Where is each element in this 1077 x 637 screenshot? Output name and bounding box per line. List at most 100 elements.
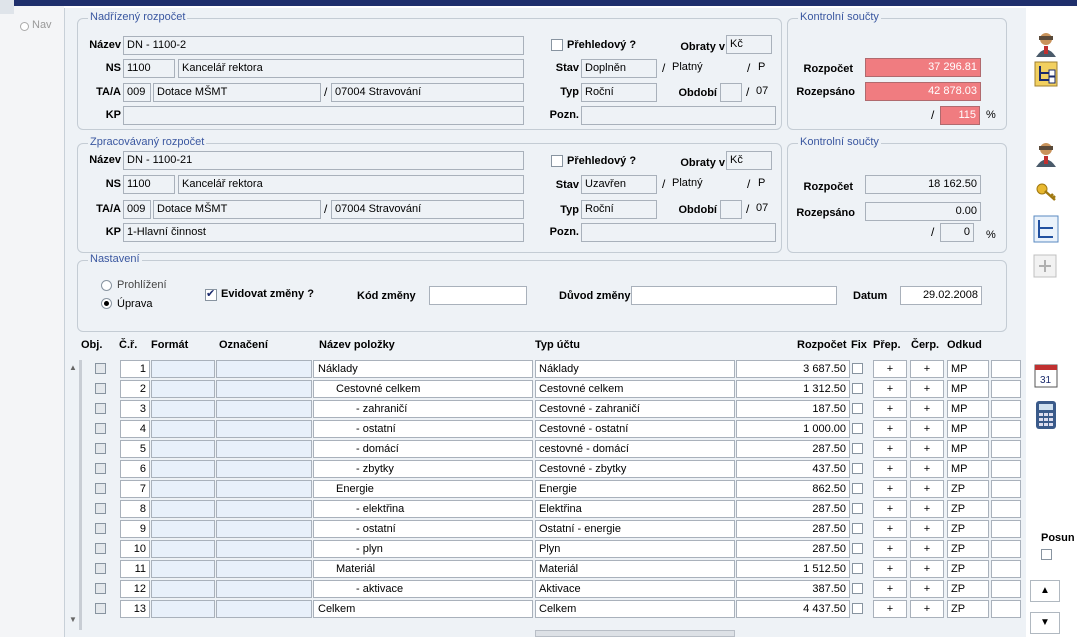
mode-view-radio[interactable]	[101, 280, 112, 291]
processed-kp-field[interactable]: 1-Hlavní činnost	[123, 223, 524, 242]
row-oznaceni-cell[interactable]	[216, 400, 312, 418]
row-cr-cell[interactable]: 4	[120, 420, 150, 438]
processed-taa-name[interactable]: Dotace MŠMT	[153, 200, 321, 219]
tree-structure-icon[interactable]	[1033, 60, 1059, 88]
row-extra-cell[interactable]	[991, 420, 1021, 438]
row-nazev-cell[interactable]: Celkem	[313, 600, 533, 618]
row-fix-checkbox[interactable]	[852, 583, 863, 594]
row-odkud-cell[interactable]: MP	[947, 400, 989, 418]
mode-edit-radio[interactable]	[101, 298, 112, 309]
row-odkud-cell[interactable]: ZP	[947, 500, 989, 518]
row-extra-cell[interactable]	[991, 360, 1021, 378]
row-format-cell[interactable]	[151, 380, 215, 398]
row-odkud-cell[interactable]: ZP	[947, 560, 989, 578]
row-extra-cell[interactable]	[991, 500, 1021, 518]
row-oznaceni-cell[interactable]	[216, 600, 312, 618]
row-cerp-cell[interactable]: +	[910, 380, 944, 398]
parent-taa-name[interactable]: Dotace MŠMT	[153, 83, 321, 102]
row-typ-cell[interactable]: Energie	[535, 480, 735, 498]
row-cerp-cell[interactable]: +	[910, 560, 944, 578]
row-odkud-cell[interactable]: ZP	[947, 540, 989, 558]
row-typ-cell[interactable]: Plyn	[535, 540, 735, 558]
parent-stav-field[interactable]: Doplněn	[581, 59, 657, 78]
row-format-cell[interactable]	[151, 500, 215, 518]
row-obj-checkbox[interactable]	[95, 603, 106, 614]
row-nazev-cell[interactable]: - ostatní	[313, 520, 533, 538]
row-odkud-cell[interactable]: ZP	[947, 580, 989, 598]
row-typ-cell[interactable]: Cestovné - ostatní	[535, 420, 735, 438]
row-rozpocet-cell[interactable]: 287.50	[736, 500, 850, 518]
processed-stav3-field[interactable]: P	[755, 175, 775, 194]
row-odkud-cell[interactable]: ZP	[947, 600, 989, 618]
row-format-cell[interactable]	[151, 540, 215, 558]
row-typ-cell[interactable]: Cestovné celkem	[535, 380, 735, 398]
posun-checkbox[interactable]	[1041, 549, 1052, 560]
parent-ns-code[interactable]: 1100	[123, 59, 175, 78]
row-rozpocet-cell[interactable]: 1 512.50	[736, 560, 850, 578]
person-icon[interactable]	[1033, 30, 1059, 58]
row-cerp-cell[interactable]: +	[910, 600, 944, 618]
parent-ns-name[interactable]: Kancelář rektora	[178, 59, 524, 78]
calculator-icon[interactable]	[1033, 400, 1059, 429]
row-cr-cell[interactable]: 5	[120, 440, 150, 458]
parent-stav3-field[interactable]: P	[755, 59, 775, 78]
row-prep-cell[interactable]: +	[873, 380, 907, 398]
parent-taa-code[interactable]: 009	[123, 83, 151, 102]
row-fix-checkbox[interactable]	[852, 383, 863, 394]
row-odkud-cell[interactable]: MP	[947, 420, 989, 438]
person-icon-2[interactable]	[1033, 140, 1059, 168]
row-fix-checkbox[interactable]	[852, 403, 863, 414]
row-odkud-cell[interactable]: MP	[947, 440, 989, 458]
row-cerp-cell[interactable]: +	[910, 480, 944, 498]
row-oznaceni-cell[interactable]	[216, 500, 312, 518]
row-obj-checkbox[interactable]	[95, 503, 106, 514]
processed-stav2-field[interactable]: Platný	[669, 175, 741, 194]
processed-stav-field[interactable]: Uzavřen	[581, 175, 657, 194]
row-odkud-cell[interactable]: MP	[947, 360, 989, 378]
row-typ-cell[interactable]: cestovné - domácí	[535, 440, 735, 458]
row-nazev-cell[interactable]: - plyn	[313, 540, 533, 558]
parent-typ-field[interactable]: Roční	[581, 83, 657, 102]
row-cr-cell[interactable]: 13	[120, 600, 150, 618]
row-obj-checkbox[interactable]	[95, 383, 106, 394]
row-rozpocet-cell[interactable]: 287.50	[736, 440, 850, 458]
row-cr-cell[interactable]: 2	[120, 380, 150, 398]
row-nazev-cell[interactable]: - ostatní	[313, 420, 533, 438]
row-cr-cell[interactable]: 9	[120, 520, 150, 538]
row-prep-cell[interactable]: +	[873, 540, 907, 558]
row-prep-cell[interactable]: +	[873, 580, 907, 598]
row-extra-cell[interactable]	[991, 460, 1021, 478]
parent-kp-field[interactable]	[123, 106, 524, 125]
row-rozpocet-cell[interactable]: 1 000.00	[736, 420, 850, 438]
row-fix-checkbox[interactable]	[852, 603, 863, 614]
row-cerp-cell[interactable]: +	[910, 360, 944, 378]
processed-obdobi2-field[interactable]: 07	[753, 200, 773, 219]
row-cerp-cell[interactable]: +	[910, 440, 944, 458]
row-oznaceni-cell[interactable]	[216, 480, 312, 498]
row-cerp-cell[interactable]: +	[910, 540, 944, 558]
row-obj-checkbox[interactable]	[95, 403, 106, 414]
row-prep-cell[interactable]: +	[873, 460, 907, 478]
row-format-cell[interactable]	[151, 480, 215, 498]
row-fix-checkbox[interactable]	[852, 423, 863, 434]
row-cr-cell[interactable]: 1	[120, 360, 150, 378]
expand-icon[interactable]	[1033, 254, 1059, 282]
row-rozpocet-cell[interactable]: 862.50	[736, 480, 850, 498]
row-rozpocet-cell[interactable]: 287.50	[736, 540, 850, 558]
row-cr-cell[interactable]: 7	[120, 480, 150, 498]
row-rozpocet-cell[interactable]: 287.50	[736, 520, 850, 538]
processed-ns-code[interactable]: 1100	[123, 175, 175, 194]
row-fix-checkbox[interactable]	[852, 563, 863, 574]
row-rozpocet-cell[interactable]: 3 687.50	[736, 360, 850, 378]
row-obj-checkbox[interactable]	[95, 463, 106, 474]
row-obj-checkbox[interactable]	[95, 583, 106, 594]
row-format-cell[interactable]	[151, 460, 215, 478]
key-icon[interactable]	[1033, 178, 1059, 206]
move-up-button[interactable]: ▲	[1030, 580, 1060, 602]
calendar-icon[interactable]: 31	[1033, 362, 1059, 390]
row-rozpocet-cell[interactable]: 187.50	[736, 400, 850, 418]
processed-ns-name[interactable]: Kancelář rektora	[178, 175, 524, 194]
row-typ-cell[interactable]: Náklady	[535, 360, 735, 378]
row-fix-checkbox[interactable]	[852, 363, 863, 374]
row-cerp-cell[interactable]: +	[910, 400, 944, 418]
